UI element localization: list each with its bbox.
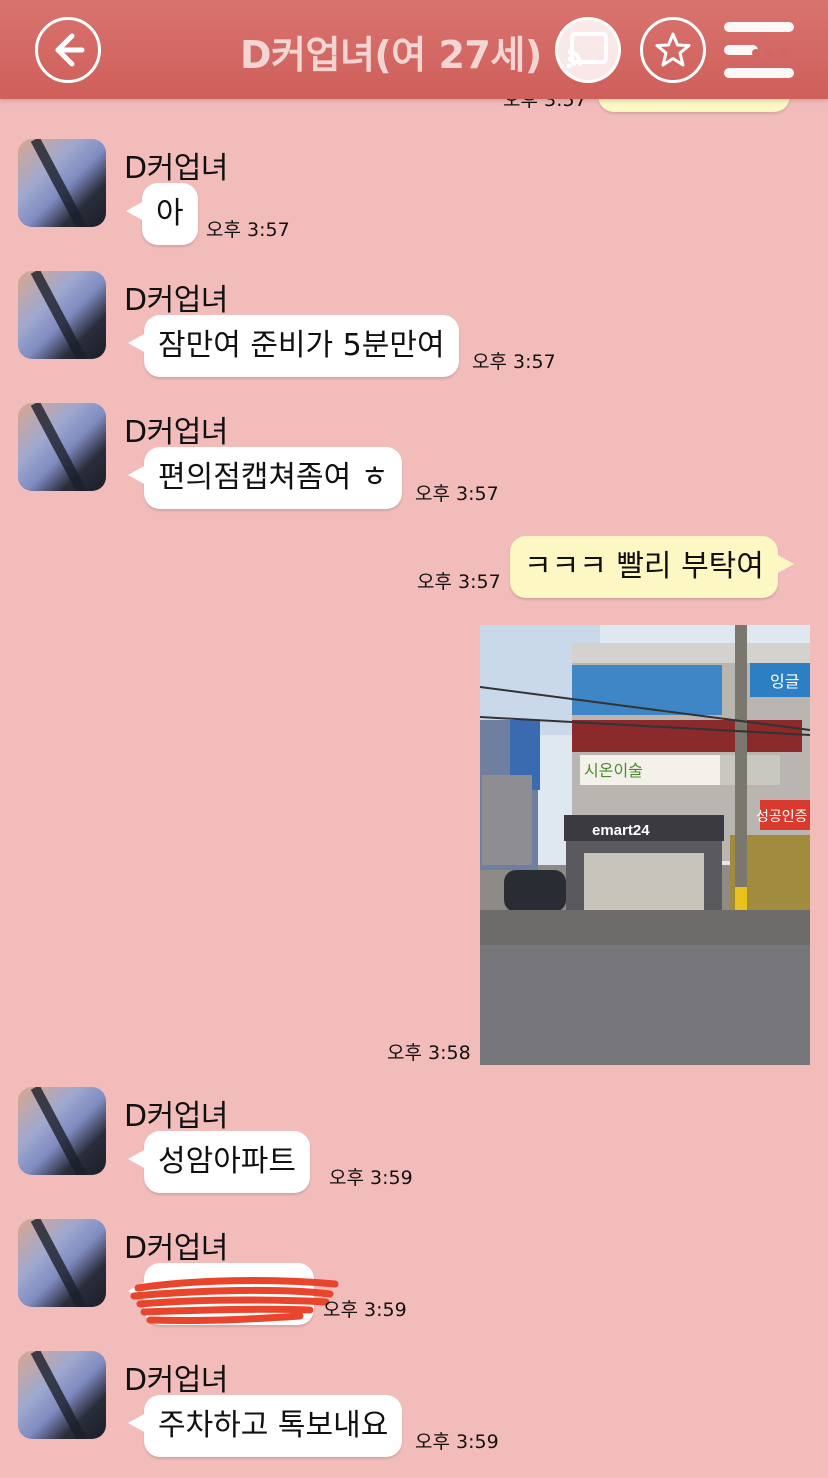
sender-name: D커업녀: [124, 1099, 228, 1134]
message-time: 오후 3:59: [329, 1167, 413, 1189]
photo-store-sign: emart24: [592, 822, 650, 839]
message-time: 오후 3:58: [387, 1042, 471, 1064]
street-photo-image: emart24 시온이술 성공인증 잉글: [480, 625, 810, 1065]
chat-title: D커업녀(여 27세): [200, 24, 580, 79]
back-button[interactable]: [35, 17, 101, 83]
message-time: 오후 3:59: [415, 1431, 499, 1453]
chat-title-text: D커업녀(여 27세): [240, 33, 542, 77]
avatar[interactable]: [18, 403, 106, 491]
avatar[interactable]: [18, 1219, 106, 1307]
sender-name: D커업녀: [124, 283, 228, 318]
incoming-message-bubble[interactable]: 잠만여 준비가 5분만여: [128, 315, 459, 377]
incoming-message-bubble[interactable]: 주차하고 톡보내요: [127, 1395, 403, 1457]
favorite-button[interactable]: [640, 17, 706, 83]
sender-name: D커업녀: [124, 415, 228, 450]
incoming-message-bubble[interactable]: 성암아파트: [128, 1131, 310, 1193]
message-time: 오후 3:57: [417, 571, 501, 593]
back-arrow-icon: [55, 33, 85, 67]
chat-screen: D커업녀(여 27세) 오후 3:57 D커업녀 아 오후 3:57 D커업녀 …: [0, 0, 828, 1478]
cast-icon: [566, 32, 608, 69]
incoming-message-bubble[interactable]: 편의점캡쳐좀여 ㅎ: [127, 447, 403, 509]
chat-header: D커업녀(여 27세): [0, 0, 828, 99]
menu-button[interactable]: [724, 22, 794, 78]
avatar[interactable]: [18, 1351, 106, 1439]
message-time: 오후 3:57: [472, 351, 556, 373]
avatar[interactable]: [18, 271, 106, 359]
message-time: 오후 3:57: [206, 219, 290, 241]
sender-name: D커업녀: [124, 1363, 228, 1398]
message-time: 오후 3:57: [415, 483, 499, 505]
star-icon: [655, 32, 691, 67]
sender-name: D커업녀: [124, 151, 228, 186]
avatar[interactable]: [18, 139, 106, 227]
menu-bar: [724, 68, 794, 78]
outgoing-message-bubble[interactable]: ㅋㅋㅋ 빨리 부탁여: [510, 536, 794, 598]
photo-shop-sign: 잉글: [770, 672, 799, 691]
incoming-message-bubble[interactable]: 아: [126, 183, 198, 245]
redaction-scribble: [130, 1277, 339, 1325]
avatar[interactable]: [18, 1087, 106, 1175]
sender-name: D커업녀: [124, 1231, 228, 1266]
message-time: 오후 3:59: [323, 1299, 407, 1321]
photo-shop-sign: 시온이술: [584, 761, 643, 780]
menu-icon: [724, 22, 794, 32]
cast-button[interactable]: [555, 17, 621, 83]
shared-photo[interactable]: emart24 시온이술 성공인증 잉글: [480, 625, 810, 1065]
photo-shop-sign: 성공인증: [756, 809, 808, 825]
menu-dots: [750, 49, 790, 61]
